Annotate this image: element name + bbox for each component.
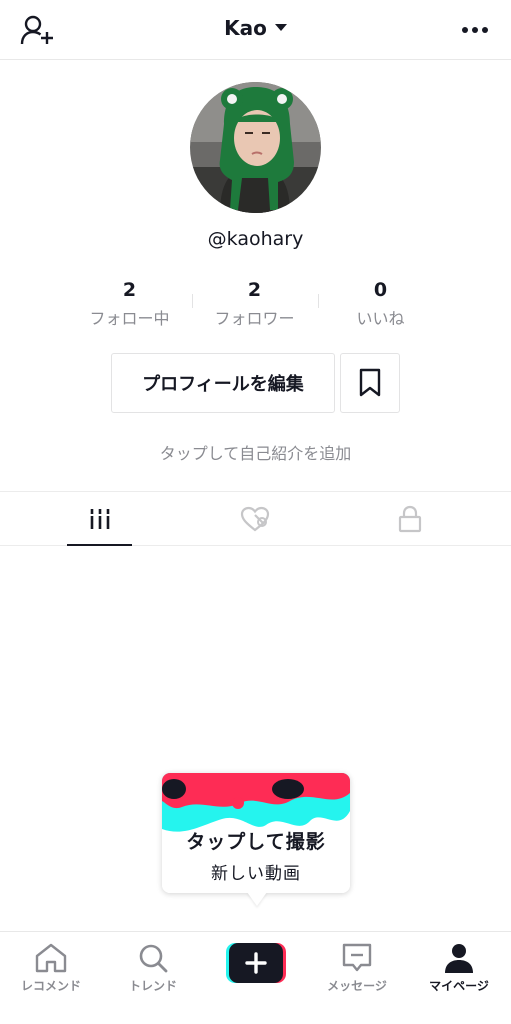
nav-inbox-label: メッセージ [327,979,387,993]
nav-inbox[interactable]: メッセージ [306,932,408,1024]
grid-icon [89,509,111,529]
stat-likes[interactable]: 0 いいね [318,278,443,329]
nav-discover[interactable]: トレンド [102,932,204,1024]
profile-handle: @kaohary [207,228,304,250]
stat-followers-count: 2 [247,279,262,301]
inbox-icon [342,943,372,972]
liked-icon [240,506,270,532]
tab-private[interactable] [325,492,495,546]
search-icon [139,944,168,973]
profile-icon [445,944,473,973]
tooltip-subtitle: 新しい動画 [211,864,301,884]
avatar[interactable] [190,82,321,213]
bio-placeholder[interactable]: タップして自己紹介を追加 [0,440,511,464]
tab-videos[interactable] [15,492,185,546]
tooltip-arrow [247,892,267,906]
stat-following-label: フォロー中 [89,309,170,328]
account-switcher[interactable]: Kao [0,16,511,40]
more-icon[interactable] [461,20,489,40]
nav-home-label: レコメンド [20,979,81,993]
home-icon [35,943,67,973]
content-tabs [0,491,511,546]
nav-me-label: マイページ [429,979,489,993]
bookmark-icon [359,368,381,397]
favorites-button[interactable] [340,353,400,413]
username-title: Kao [224,16,267,40]
active-tab-indicator [67,544,132,546]
stat-likes-label: いいね [356,309,405,328]
nav-discover-label: トレンド [128,979,177,993]
stat-likes-count: 0 [373,279,388,301]
stat-following-count: 2 [122,279,137,301]
edit-profile-button[interactable]: プロフィールを編集 [111,353,335,413]
stat-followers-label: フォロワー [214,309,295,328]
tab-liked[interactable] [170,492,340,546]
caret-down-icon [274,24,287,31]
nav-me[interactable]: マイページ [408,932,510,1024]
create-video-button[interactable] [226,943,286,983]
nav-home[interactable]: レコメンド [0,932,102,1024]
record-tooltip[interactable]: タップして撮影 新しい動画 [162,773,350,893]
top-bar: Kao [0,0,511,60]
lock-icon [398,505,422,533]
stat-followers[interactable]: 2 フォロワー [192,278,317,329]
profile-stats: 2 フォロー中 2 フォロワー 0 いいね [67,278,443,334]
tooltip-title: タップして撮影 [186,831,326,853]
stat-following[interactable]: 2 フォロー中 [67,278,192,329]
